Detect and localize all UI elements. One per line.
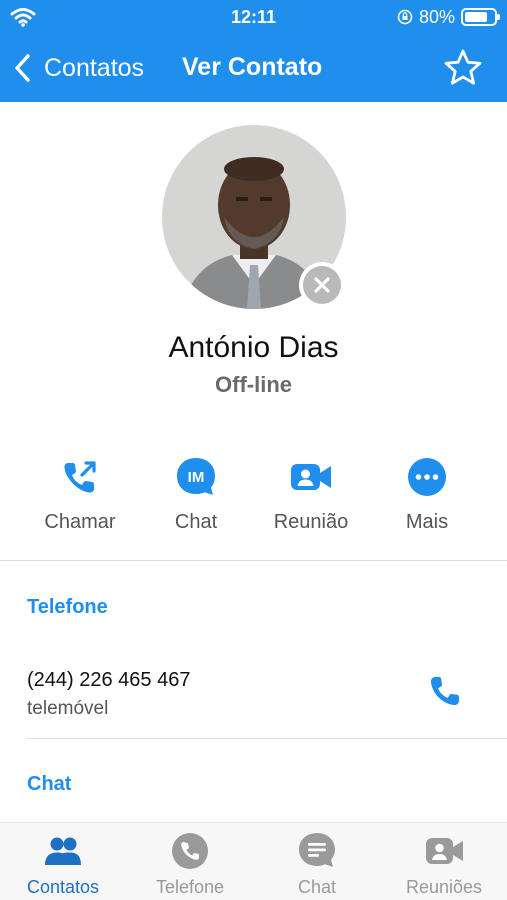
phone-icon — [172, 833, 208, 869]
im-icon: IM — [177, 458, 215, 495]
phone-number[interactable]: (244) 226 465 467 — [27, 669, 190, 692]
phone-type-label: telemóvel — [27, 698, 109, 719]
chat-action-button[interactable]: IM Chat — [141, 455, 251, 545]
battery-percent: 80% — [418, 6, 455, 27]
status-bar: 12:11 80% — [0, 0, 507, 34]
chat-action-label: Chat — [174, 511, 218, 533]
offline-status-badge — [299, 262, 345, 308]
tab-contatos[interactable]: Contatos — [0, 831, 126, 900]
tab-telefone[interactable]: Telefone — [127, 831, 253, 900]
video-meeting-icon — [291, 464, 331, 490]
tab-telefone-label: Telefone — [155, 877, 225, 897]
more-icon — [408, 458, 446, 496]
back-button[interactable]: Contatos — [12, 48, 144, 88]
tab-reunioes-label: Reuniões — [405, 877, 483, 897]
call-action-label: Chamar — [44, 511, 116, 533]
nav-bar: Contatos Ver Contato — [0, 40, 507, 96]
tab-chat-label: Chat — [297, 877, 337, 897]
contact-name: António Dias — [168, 331, 339, 364]
contact-actions: Chamar IM Chat Reunião Mais — [0, 455, 507, 545]
battery-icon — [461, 8, 500, 26]
chevron-left-icon — [15, 54, 30, 82]
call-out-icon — [64, 461, 96, 493]
call-action-button[interactable]: Chamar — [25, 455, 135, 545]
contact-avatar-container — [162, 125, 346, 309]
more-action-label: Mais — [405, 511, 449, 533]
tab-reunioes[interactable]: Reuniões — [381, 831, 507, 900]
phone-section-title: Telefone — [27, 596, 108, 618]
meeting-action-button[interactable]: Reunião — [256, 455, 366, 545]
favorite-star-icon[interactable] — [443, 48, 483, 88]
bottom-tab-bar: Contatos Telefone Chat Reuniões — [0, 822, 507, 900]
page-title: Ver Contato — [182, 53, 323, 81]
contacts-icon — [45, 837, 81, 865]
svg-text:IM: IM — [188, 469, 205, 486]
chat-section-title: Chat — [27, 773, 72, 795]
chat-icon — [299, 833, 335, 867]
phone-call-icon[interactable] — [422, 668, 468, 714]
tab-chat[interactable]: Chat — [254, 831, 380, 900]
more-action-button[interactable]: Mais — [372, 455, 482, 545]
divider — [0, 560, 507, 561]
close-icon — [314, 277, 330, 293]
divider — [27, 738, 507, 739]
tab-contatos-label: Contatos — [26, 877, 100, 897]
back-label: Contatos — [44, 53, 145, 82]
meetings-icon — [426, 838, 463, 864]
meeting-action-label: Reunião — [273, 511, 349, 533]
orientation-lock-icon — [397, 9, 413, 25]
presence-status: Off-line — [215, 372, 292, 397]
top-bar: 12:11 80% Contatos Ver Contato — [0, 0, 507, 102]
